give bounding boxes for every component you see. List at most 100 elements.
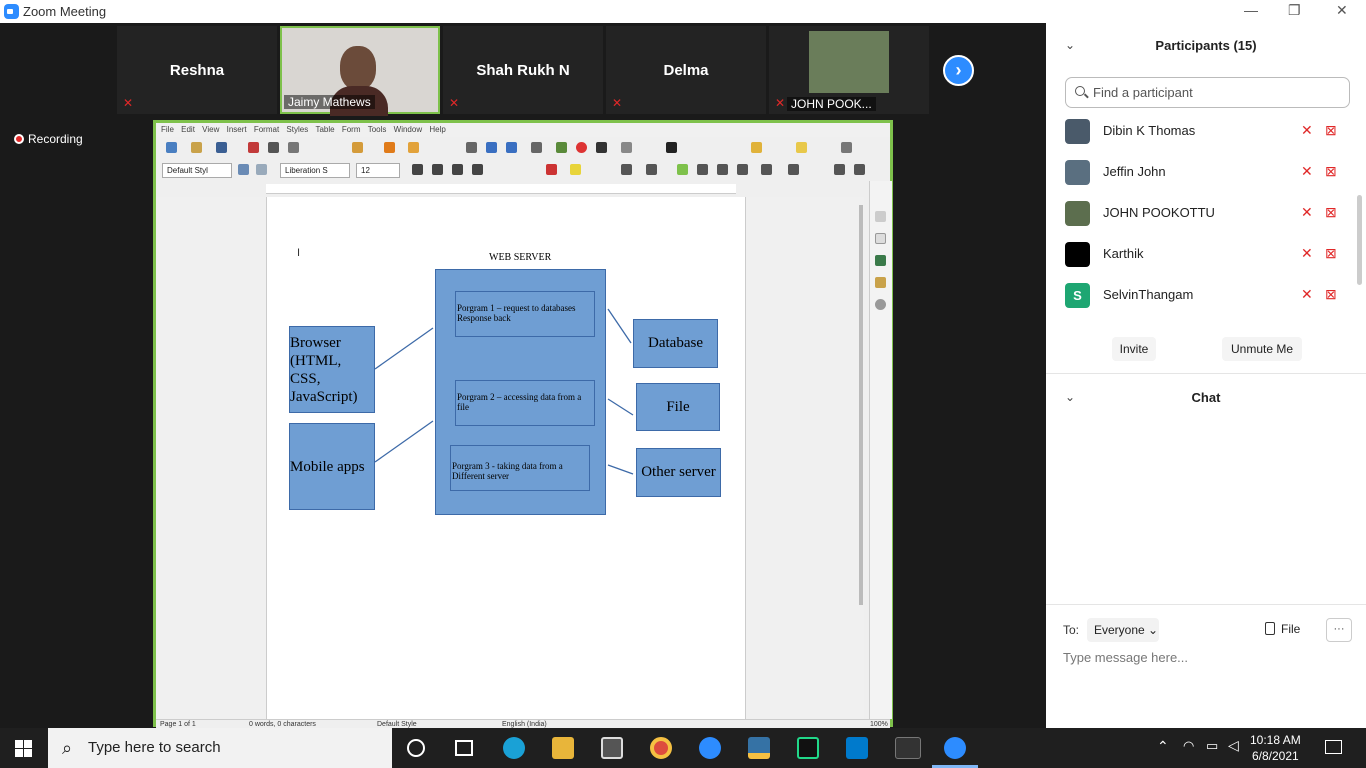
strikethrough-icon[interactable] <box>472 164 483 175</box>
spelling-icon[interactable] <box>486 142 497 153</box>
decrease-indent-icon[interactable] <box>854 164 865 175</box>
insert-comment-icon[interactable] <box>751 142 762 153</box>
menu-table[interactable]: Table <box>315 125 334 134</box>
line-icon[interactable] <box>841 142 852 153</box>
note-icon[interactable] <box>796 142 807 153</box>
mysql-icon[interactable] <box>895 737 921 759</box>
paste-icon[interactable] <box>352 142 363 153</box>
find-replace-icon[interactable] <box>466 142 477 153</box>
invite-button[interactable]: Invite <box>1112 337 1156 361</box>
video-tile[interactable]: Shah Rukh N ✕ <box>443 26 603 114</box>
document-page[interactable]: I WEB SERVER Porgram 1 – request to data… <box>266 197 746 719</box>
participant-row[interactable]: Dibin K Thomas ✕ ⊠ <box>1065 116 1345 146</box>
video-tile[interactable]: Delma ✕ <box>606 26 766 114</box>
zoom-running-icon[interactable] <box>944 737 966 759</box>
menu-window[interactable]: Window <box>394 125 422 134</box>
export-pdf-icon[interactable] <box>248 142 259 153</box>
volume-icon[interactable]: ◁ <box>1228 737 1239 754</box>
chevron-up-icon[interactable]: ⌃ <box>1157 738 1169 755</box>
menu-help[interactable]: Help <box>429 125 445 134</box>
participants-scrollbar[interactable] <box>1357 195 1362 285</box>
cortana-icon[interactable] <box>407 739 425 757</box>
battery-icon[interactable]: ▭ <box>1206 738 1218 754</box>
chrome-icon[interactable] <box>650 737 672 759</box>
navigator-icon[interactable] <box>875 299 886 310</box>
file-explorer-icon[interactable] <box>552 737 574 759</box>
wifi-icon[interactable]: ◠ <box>1183 738 1194 754</box>
task-view-icon[interactable] <box>455 740 473 756</box>
highlight-icon[interactable] <box>570 164 581 175</box>
clone-format-icon[interactable] <box>384 142 395 153</box>
vertical-scrollbar[interactable] <box>859 205 863 605</box>
page-icon[interactable] <box>875 233 886 244</box>
menu-format[interactable]: Format <box>254 125 279 134</box>
system-clock[interactable]: 10:18 AM 6/8/2021 <box>1250 732 1301 764</box>
page-break-icon[interactable] <box>621 142 632 153</box>
insert-textbox-icon[interactable] <box>596 142 607 153</box>
taskbar-search-input[interactable]: ⌕ Type here to search <box>48 728 392 768</box>
video-tile[interactable]: ✕ JOHN POOK... <box>769 26 929 114</box>
participant-row[interactable]: JOHN POOKOTTU ✕ ⊠ <box>1065 198 1345 228</box>
formatting-marks-icon[interactable] <box>506 142 517 153</box>
menu-form[interactable]: Form <box>342 125 361 134</box>
update-style-icon[interactable] <box>238 164 249 175</box>
language[interactable]: English (India) <box>502 721 547 728</box>
zoom-level[interactable]: 100% <box>870 721 888 728</box>
video-tile[interactable]: Reshna ✕ <box>117 26 277 114</box>
participant-row[interactable]: Jeffin John ✕ ⊠ <box>1065 157 1345 187</box>
special-character-icon[interactable] <box>666 142 677 153</box>
file-share-button[interactable]: File <box>1265 622 1300 636</box>
italic-icon[interactable] <box>432 164 443 175</box>
menu-tools[interactable]: Tools <box>368 125 387 134</box>
close-button[interactable]: ✕ <box>1336 2 1348 19</box>
chat-input[interactable]: Type message here... <box>1063 650 1188 665</box>
notifications-icon[interactable] <box>1325 740 1342 754</box>
bold-icon[interactable] <box>412 164 423 175</box>
python-icon[interactable] <box>748 737 770 759</box>
paragraph-spacing-icon[interactable] <box>788 164 799 175</box>
horizontal-ruler[interactable] <box>266 184 736 194</box>
participant-row[interactable]: Karthik ✕ ⊠ <box>1065 239 1345 269</box>
participant-row[interactable]: S SelvinThangam ✕ ⊠ <box>1065 280 1345 310</box>
print-preview-icon[interactable] <box>288 142 299 153</box>
paragraph-style-select[interactable]: Default Styl <box>162 163 232 178</box>
open-icon[interactable] <box>191 142 202 153</box>
participant-search-input[interactable]: Find a participant <box>1065 77 1350 108</box>
insert-table-icon[interactable] <box>531 142 542 153</box>
bullet-list-icon[interactable] <box>621 164 632 175</box>
pycharm-icon[interactable] <box>797 737 819 759</box>
print-icon[interactable] <box>268 142 279 153</box>
minimize-button[interactable]: — <box>1244 2 1258 18</box>
menu-file[interactable]: File <box>161 125 174 134</box>
align-center-icon[interactable] <box>697 164 708 175</box>
new-style-icon[interactable] <box>256 164 267 175</box>
recipient-select[interactable]: Everyone ⌄ <box>1087 618 1159 642</box>
font-name-select[interactable]: Liberation S <box>280 163 350 178</box>
more-options-button[interactable]: ··· <box>1326 618 1352 642</box>
menu-styles[interactable]: Styles <box>286 125 308 134</box>
numbered-list-icon[interactable] <box>646 164 657 175</box>
undo-icon[interactable] <box>408 142 419 153</box>
gallery-icon[interactable] <box>875 277 886 288</box>
menu-insert[interactable]: Insert <box>227 125 247 134</box>
edge-icon[interactable] <box>503 737 525 759</box>
vscode-icon[interactable] <box>846 737 868 759</box>
menu-edit[interactable]: Edit <box>181 125 195 134</box>
font-color-icon[interactable] <box>546 164 557 175</box>
align-left-icon[interactable] <box>677 164 688 175</box>
underline-icon[interactable] <box>452 164 463 175</box>
insert-image-icon[interactable] <box>556 142 567 153</box>
insert-chart-icon[interactable] <box>576 142 587 153</box>
font-size-select[interactable]: 12 <box>356 163 400 178</box>
save-icon[interactable] <box>216 142 227 153</box>
unmute-me-button[interactable]: Unmute Me <box>1222 337 1302 361</box>
store-icon[interactable] <box>601 737 623 759</box>
menu-view[interactable]: View <box>202 125 219 134</box>
styles-icon[interactable] <box>875 255 886 266</box>
new-document-icon[interactable] <box>166 142 177 153</box>
windows-start-icon[interactable] <box>15 740 32 757</box>
increase-indent-icon[interactable] <box>834 164 845 175</box>
properties-icon[interactable] <box>875 211 886 222</box>
next-page-button[interactable]: › <box>943 55 974 86</box>
restore-button[interactable]: ❐ <box>1288 2 1301 19</box>
